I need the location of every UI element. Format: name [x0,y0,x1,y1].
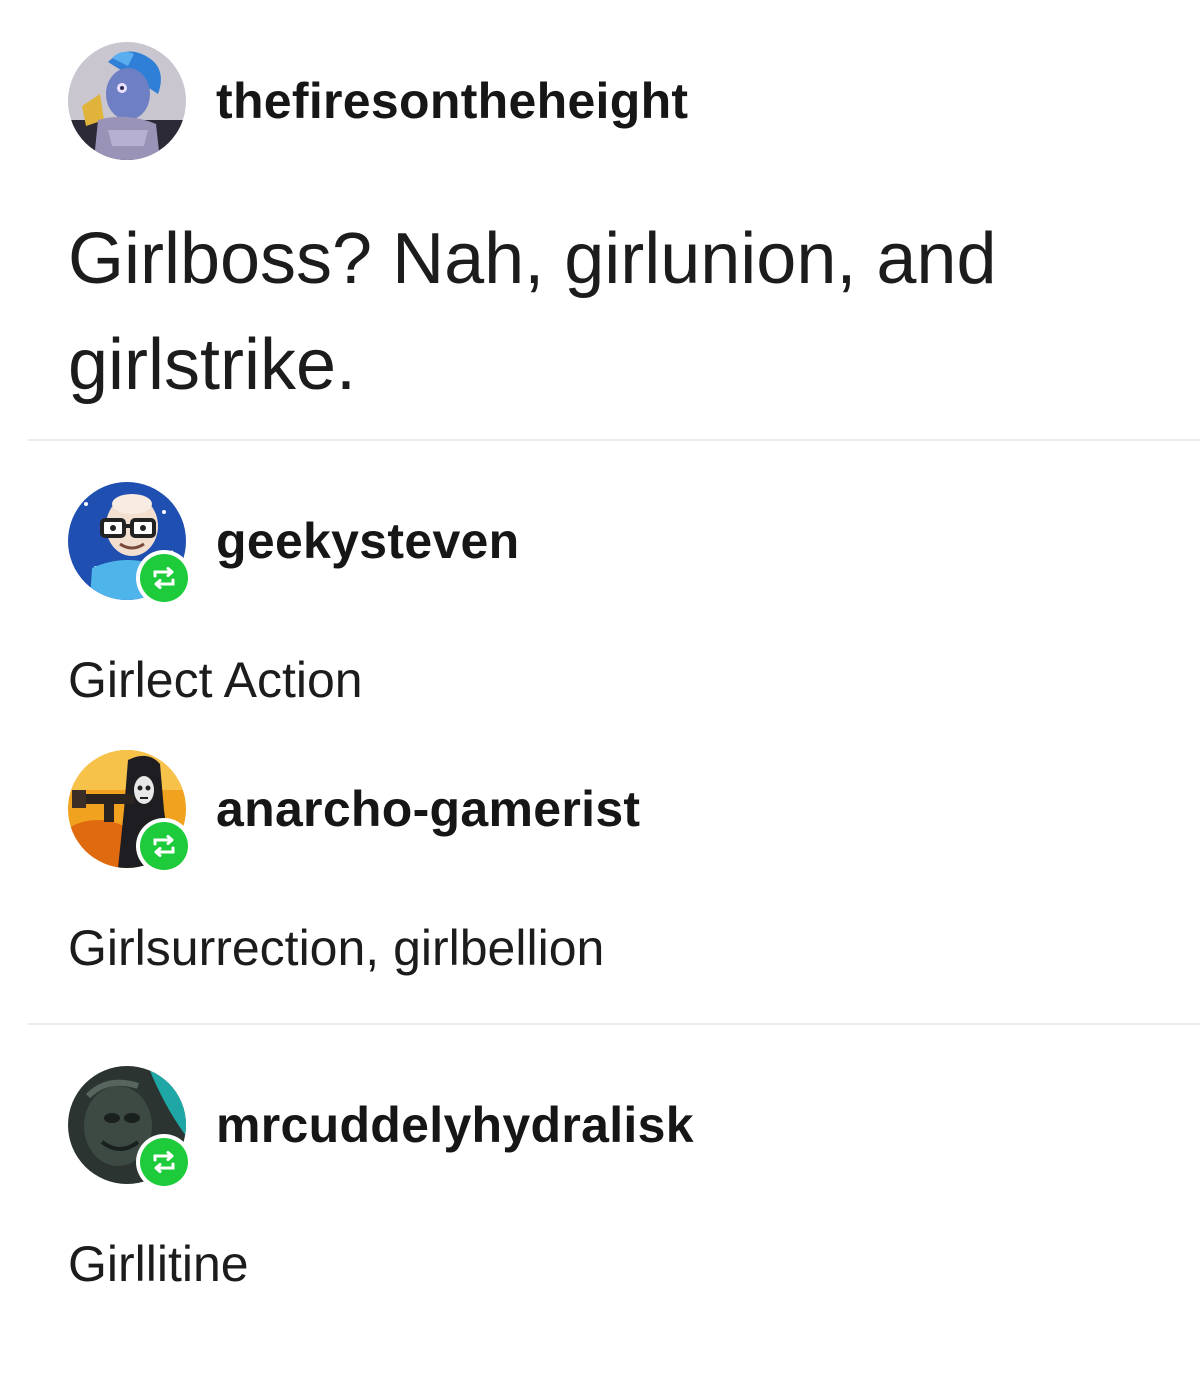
post-header: geekysteven [68,482,520,606]
reblog-icon [136,550,192,606]
avatar-image [68,42,186,160]
avatar-mrcuddelyhydralisk[interactable] [68,1066,192,1190]
divider [28,1023,1200,1025]
username[interactable]: anarcho-gamerist [216,780,640,838]
post-body: Girllitine [68,1236,249,1292]
post-body: Girlboss? Nah, girlunion, and girlstrike… [68,219,997,405]
username[interactable]: geekysteven [216,512,520,570]
avatar-geekysteven[interactable] [68,482,192,606]
username[interactable]: thefiresontheheight [216,72,688,130]
post-header: mrcuddelyhydralisk [68,1066,694,1190]
post-header: anarcho-gamerist [68,750,640,874]
avatar-thefiresontheheight[interactable] [68,42,186,160]
reblog-icon [136,818,192,874]
avatar-anarcho-gamerist[interactable] [68,750,192,874]
username[interactable]: mrcuddelyhydralisk [216,1096,694,1154]
post-header: thefiresontheheight [68,42,688,160]
post-body: Girlect Action [68,652,363,708]
reblog-icon [136,1134,192,1190]
divider [28,439,1200,441]
post-body: Girlsurrection, girlbellion [68,920,605,976]
